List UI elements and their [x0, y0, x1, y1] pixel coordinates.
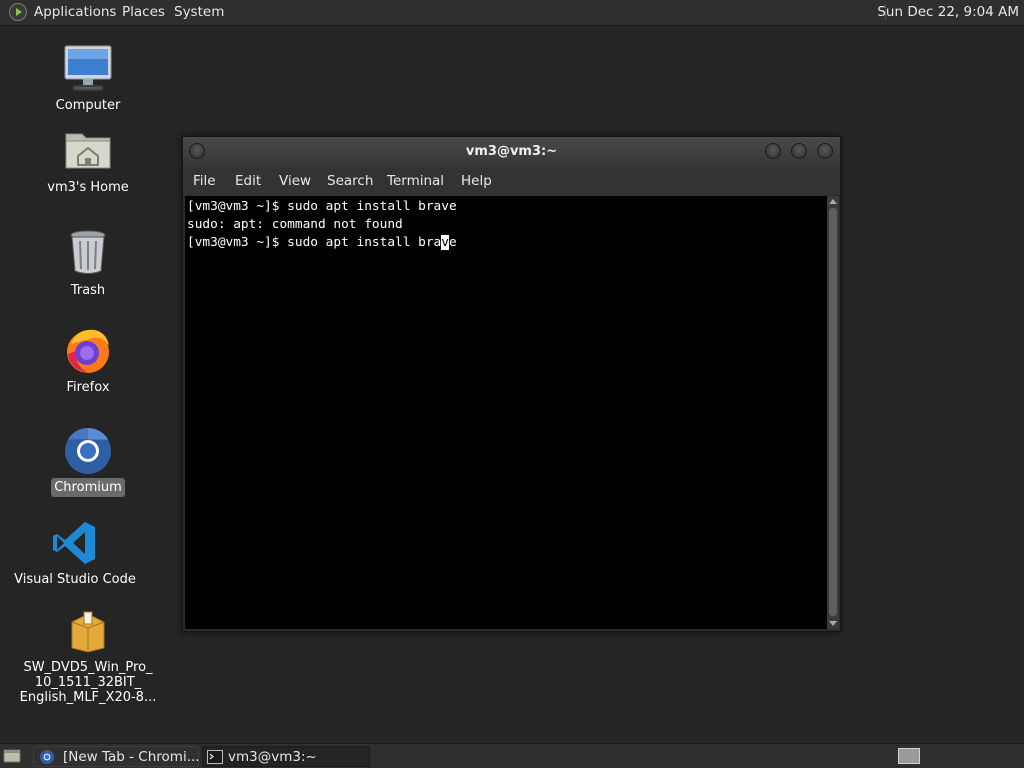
- label-line: English_MLF_X20-8...: [19, 690, 157, 705]
- desktop-screen: Applications Places System Sun Dec 22, 9…: [0, 0, 1024, 768]
- vscode-icon: [53, 522, 95, 564]
- minimize-button[interactable]: [765, 143, 781, 159]
- desktop-icon-home[interactable]: vm3's Home: [13, 128, 163, 197]
- terminal-line: [vm3@vm3 ~]$ sudo apt install brave: [187, 199, 457, 214]
- desktop-icon-vscode[interactable]: Visual Studio Code: [0, 520, 150, 589]
- prompt-text-after-cursor: e: [448, 235, 457, 250]
- menu-view[interactable]: View: [279, 173, 311, 189]
- prompt-text: [vm3@vm3 ~]$ sudo apt install bra: [187, 235, 442, 250]
- terminal-window[interactable]: vm3@vm3:~ File Edit View Search Terminal…: [182, 136, 841, 632]
- taskbar-item-label: [New Tab - Chromi...: [63, 749, 200, 765]
- computer-icon: [64, 45, 112, 91]
- show-desktop-icon[interactable]: [3, 748, 21, 764]
- applications-menu[interactable]: Applications: [34, 4, 116, 20]
- desktop-icon-label: SW_DVD5_Win_Pro_ 10_1511_32BIT_ English_…: [17, 658, 160, 707]
- menu-help[interactable]: Help: [461, 173, 492, 189]
- menu-terminal[interactable]: Terminal: [387, 173, 444, 189]
- chromium-icon: [65, 427, 111, 474]
- label-line: SW_DVD5_Win_Pro_: [23, 660, 153, 675]
- terminal-icon: [207, 750, 223, 764]
- menu-edit[interactable]: Edit: [235, 173, 261, 189]
- desktop-icon-archive[interactable]: SW_DVD5_Win_Pro_ 10_1511_32BIT_ English_…: [13, 610, 163, 707]
- desktop-icon-chromium[interactable]: Chromium: [13, 426, 163, 497]
- desktop-icon-label: Computer: [55, 98, 121, 113]
- places-menu[interactable]: Places: [122, 4, 165, 20]
- scroll-up-arrow-icon[interactable]: [829, 199, 837, 204]
- taskbar-item-terminal[interactable]: vm3@vm3:~: [202, 746, 370, 767]
- desktop-icon-computer[interactable]: Computer: [13, 44, 163, 115]
- terminal-menubar: File Edit View Search Terminal Help: [183, 167, 840, 195]
- top-panel: Applications Places System Sun Dec 22, 9…: [0, 0, 1024, 26]
- desktop-icon-label: Trash: [70, 283, 106, 298]
- terminal-line: sudo: apt: command not found: [187, 217, 403, 232]
- trash-icon: [70, 230, 106, 274]
- system-menu[interactable]: System: [174, 4, 224, 20]
- desktop-icon-label-selected: Chromium: [51, 478, 125, 497]
- text-cursor: v: [441, 235, 449, 250]
- close-button[interactable]: [817, 143, 833, 159]
- workspace-switcher-icon[interactable]: [898, 748, 920, 764]
- terminal-titlebar[interactable]: vm3@vm3:~: [183, 137, 840, 167]
- taskbar-item-label: vm3@vm3:~: [228, 749, 317, 765]
- desktop-icon-label: Visual Studio Code: [14, 572, 136, 587]
- scroll-down-arrow-icon[interactable]: [829, 621, 837, 626]
- desktop-icon-trash[interactable]: Trash: [13, 229, 163, 300]
- menu-file[interactable]: File: [193, 173, 216, 189]
- desktop-icon-label: vm3's Home: [47, 180, 129, 195]
- desktop-icon-firefox[interactable]: Firefox: [13, 326, 163, 397]
- taskbar-item-chromium[interactable]: [New Tab - Chromi...: [33, 746, 200, 767]
- bottom-panel: [New Tab - Chromi... vm3@vm3:~: [0, 743, 1024, 768]
- menu-search[interactable]: Search: [327, 173, 373, 189]
- firefox-icon: [67, 329, 109, 373]
- terminal-scrollbar[interactable]: [827, 196, 839, 629]
- home-folder-icon: [65, 133, 111, 169]
- label-line: 10_1511_32BIT_: [34, 675, 142, 690]
- window-title: vm3@vm3:~: [465, 144, 558, 159]
- archive-package-icon: [71, 611, 105, 653]
- clock[interactable]: Sun Dec 22, 9:04 AM: [877, 4, 1019, 20]
- distro-logo-icon[interactable]: [9, 3, 27, 21]
- terminal-output[interactable]: [vm3@vm3 ~]$ sudo apt install brave sudo…: [185, 196, 827, 629]
- chromium-icon: [40, 750, 54, 764]
- desktop-icon-label: Firefox: [66, 380, 110, 395]
- maximize-button[interactable]: [791, 143, 807, 159]
- terminal-prompt-line: [vm3@vm3 ~]$ sudo apt install brave: [187, 234, 457, 252]
- scroll-thumb[interactable]: [829, 208, 837, 616]
